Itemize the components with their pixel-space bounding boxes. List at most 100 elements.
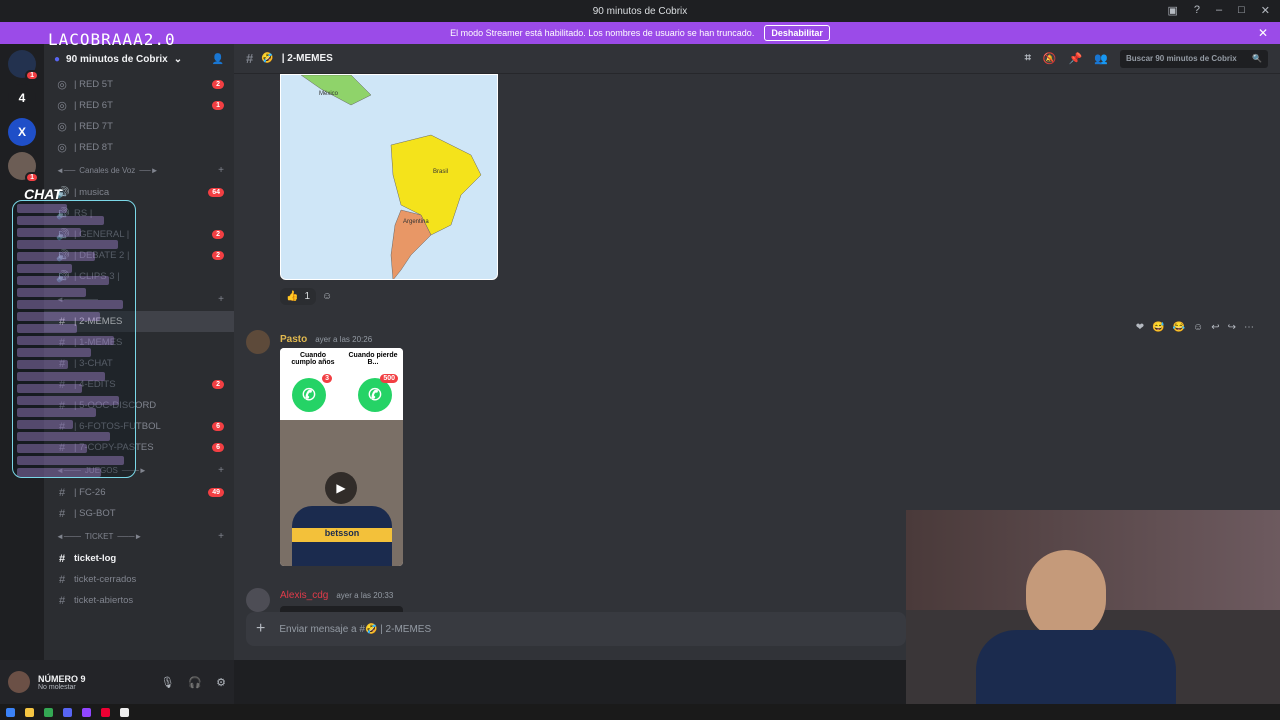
map-label-brasil: Brasil [433, 169, 448, 175]
microphone-icon[interactable]: 🎙 [160, 676, 174, 689]
more-icon[interactable]: ⋯ [1244, 322, 1254, 333]
screen-icon[interactable]: ▣ [1167, 4, 1177, 17]
title-bar: 90 minutos de Cobrix ▣ ? – □ ✕ [0, 0, 1280, 22]
channel-item[interactable]: ◎ | RED 6T 1 [44, 95, 234, 116]
window-controls: ▣ ? – □ ✕ [1167, 4, 1270, 17]
category-ticket[interactable]: ◄─── TICKET ───► + [44, 524, 234, 548]
channel-item[interactable]: ◎ | RED 5T 2 [44, 74, 234, 95]
avatar[interactable] [8, 671, 30, 693]
add-reaction-icon[interactable]: ☺ [1193, 322, 1203, 333]
search-icon: 🔍 [1252, 54, 1262, 63]
overlay-chat-line [17, 372, 105, 381]
avatar[interactable] [246, 588, 270, 612]
overlay-chat-lines [13, 204, 135, 477]
user-status: No molestar [38, 683, 76, 691]
meme-video[interactable]: Cuando cumplo años Cuando pierde B... ✆ 3… [280, 348, 403, 566]
reply-icon[interactable]: ↩ [1211, 322, 1219, 333]
emoji-reaction-icon[interactable]: 😅 [1152, 322, 1164, 333]
server-icon-4[interactable]: 4 [8, 84, 36, 112]
add-attachment-icon[interactable]: + [256, 620, 265, 638]
overlay-chat-line [17, 444, 87, 453]
banner-text: El modo Streamer está habilitado. Los no… [450, 28, 755, 38]
add-channel-icon[interactable]: + [218, 465, 224, 476]
search-input[interactable]: Buscar 90 minutos de Cobrix 🔍 [1120, 49, 1268, 68]
folder-icon[interactable] [25, 707, 34, 717]
channel-label: | RED 7T [74, 121, 113, 132]
author-name[interactable]: Alexis_cdg [280, 590, 328, 601]
server-icon-avatar[interactable]: 1 [8, 152, 39, 183]
hash-icon: # [58, 594, 66, 607]
gear-icon[interactable]: ⚙ [216, 676, 226, 689]
unread-badge: 64 [208, 188, 224, 197]
windows-icon[interactable] [6, 707, 15, 717]
add-channel-icon[interactable]: + [218, 165, 224, 176]
count-badge: 500 [380, 374, 398, 383]
close-window-button[interactable]: ✕ [1261, 4, 1270, 17]
forward-icon[interactable]: ↪ [1228, 322, 1236, 333]
app-icon[interactable] [120, 707, 129, 717]
overlay-chat-line [17, 288, 86, 297]
timestamp: ayer a las 20:33 [336, 591, 394, 600]
hash-icon: # [58, 552, 66, 565]
emoji-reaction-icon[interactable]: 😂 [1173, 322, 1185, 333]
map-label-mexico: México [319, 91, 339, 97]
banner-close-icon[interactable]: ✕ [1258, 26, 1268, 40]
members-icon[interactable]: 👥 [1094, 52, 1108, 65]
unread-badge: 2 [212, 230, 224, 239]
whatsapp-icon: ✆ 3 [292, 374, 332, 412]
app-icon[interactable] [101, 707, 110, 717]
count-badge: 3 [322, 374, 332, 383]
channel-label: ticket-cerrados [74, 574, 137, 585]
channel-item[interactable]: ◎ | RED 8T [44, 137, 234, 158]
server-name: 90 minutos de Cobrix [66, 53, 168, 65]
overlay-chat-line [17, 456, 124, 465]
radio-icon: ◎ [57, 79, 67, 91]
red-channel-list: ◎ | RED 5T 2 ◎ | RED 6T 1 ◎ | RED 7T ◎ | RED 8T [44, 74, 234, 158]
overlay-chat-line [17, 384, 82, 393]
help-icon[interactable]: ? [1194, 4, 1200, 17]
disable-button[interactable]: Deshabilitar [764, 25, 830, 41]
channel-item[interactable]: # | FC-26 49 [44, 482, 234, 503]
minimize-button[interactable]: – [1216, 4, 1222, 17]
map-image[interactable]: México Brasil Argentina [280, 74, 498, 280]
window-title: 90 minutos de Cobrix [592, 5, 688, 17]
add-channel-icon[interactable]: + [218, 531, 224, 542]
bell-icon[interactable]: 🔕 [1043, 52, 1057, 65]
unread-badge: 49 [208, 488, 224, 497]
server-badge-icon: ● [54, 53, 61, 65]
hash-icon: # [246, 51, 254, 66]
radio-icon: ◎ [57, 100, 67, 112]
jersey: betsson [292, 506, 392, 566]
play-icon[interactable]: ▶ [325, 472, 357, 504]
overlay-chat-line [17, 216, 104, 225]
avatar[interactable] [246, 330, 270, 354]
author-name[interactable]: Pasto [280, 334, 307, 345]
threads-icon[interactable]: ⌗ [1025, 52, 1031, 65]
message-composer[interactable]: + Enviar mensaje a #🤣 | 2-MEMES [246, 612, 906, 646]
twitch-icon[interactable] [82, 707, 91, 717]
reaction-emoji: 👍 [286, 291, 299, 302]
channel-label: | FC-26 [74, 487, 106, 498]
radio-icon: ◎ [57, 142, 67, 154]
channel-item[interactable]: # ticket-abiertos [44, 590, 234, 611]
server-icon-x[interactable]: X [8, 118, 36, 146]
chrome-icon[interactable] [44, 707, 53, 717]
webcam-feed [906, 510, 1280, 720]
discord-icon[interactable] [63, 707, 72, 717]
add-member-icon[interactable]: 👤 [212, 54, 224, 65]
channel-item[interactable]: ◎ | RED 7T [44, 116, 234, 137]
add-channel-icon[interactable]: + [218, 294, 224, 305]
reaction-chip[interactable]: 👍 1 [280, 288, 317, 305]
channel-label: | musica [74, 187, 110, 198]
server-icon-striped[interactable]: 1 [8, 50, 39, 81]
heart-icon[interactable]: ❤ [1136, 322, 1144, 333]
channel-item[interactable]: # ticket-cerrados [44, 569, 234, 590]
channel-item[interactable]: # | SG-BOT [44, 503, 234, 524]
channel-item[interactable]: # ticket-log [44, 548, 234, 569]
category-voz[interactable]: ◄── Canales de Voz ──► + [44, 158, 234, 182]
stream-logo: LACOBRAAA2.0 [48, 30, 176, 49]
maximize-button[interactable]: □ [1238, 4, 1245, 17]
pin-icon[interactable]: 📌 [1069, 52, 1083, 65]
add-reaction-icon[interactable]: ☺ [322, 291, 332, 302]
headphones-icon[interactable]: 🎧 [188, 676, 202, 689]
